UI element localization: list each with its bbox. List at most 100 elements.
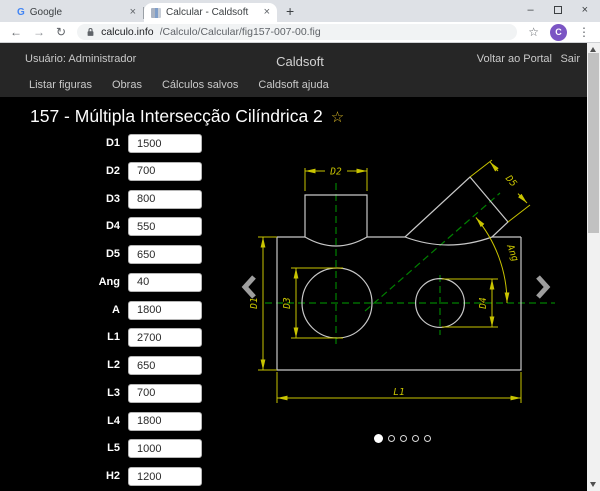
field-row-l5: L5 (0, 439, 212, 459)
tab-google[interactable]: G Google × (10, 3, 143, 22)
back-icon[interactable]: ← (10, 26, 22, 38)
field-input-l2[interactable] (128, 356, 202, 375)
favorite-star-icon[interactable]: ☆ (331, 109, 344, 126)
page-title: 157 - Múltipla Intersecção Cilíndrica 2 ☆ (30, 106, 345, 126)
field-label: H2 (105, 470, 120, 482)
bookmark-star-icon[interactable]: ☆ (528, 25, 539, 39)
profile-avatar[interactable]: C (550, 23, 567, 41)
figure-pagination (374, 434, 431, 443)
scrollbar-up-arrow[interactable] (590, 47, 596, 52)
lock-icon (87, 28, 94, 36)
tab-close-icon[interactable]: × (130, 7, 136, 18)
field-row-d1: D1 (0, 134, 212, 153)
field-label: Ang (98, 275, 120, 288)
centerline-branch-d5 (364, 192, 501, 312)
field-label: L3 (107, 386, 120, 399)
minimize-button[interactable]: – (527, 4, 533, 16)
web-page: Usuário: Administrador Caldsoft Voltar a… (0, 43, 600, 491)
field-input-d5[interactable] (128, 245, 202, 264)
scrollbar-thumb[interactable] (588, 53, 599, 233)
field-input-l4[interactable] (128, 411, 202, 431)
reload-icon[interactable]: ↻ (56, 26, 66, 38)
field-row-l2: L2 (0, 356, 212, 375)
field-label: D3 (105, 192, 120, 205)
tab-title: Calcular - Caldsoft (166, 7, 249, 18)
branch-d5-outline (404, 176, 509, 238)
url-host: calculo.info (101, 26, 154, 38)
tab-title: Google (29, 7, 63, 18)
dim-label-d4: D4 (478, 297, 489, 310)
field-input-d3[interactable] (128, 189, 202, 209)
field-label: A (112, 303, 120, 316)
field-row-d3: D3 (0, 189, 212, 209)
field-label: D5 (105, 248, 120, 260)
field-input-d2[interactable] (128, 161, 202, 181)
dim-label-ang: Ang (504, 242, 521, 263)
pagination-dot[interactable] (400, 435, 407, 442)
google-favicon: G (17, 7, 25, 18)
url-path: /Calculo/Calcular/fig157-007-00.fig (159, 26, 321, 38)
logout-link[interactable]: Sair (560, 53, 580, 65)
address-bar: ← → ↻ calculo.info/Calculo/Calcular/fig1… (0, 22, 600, 43)
nav-listar-figuras[interactable]: Listar figuras (29, 79, 92, 91)
user-label: Usuário: Administrador (25, 53, 137, 65)
forward-icon[interactable]: → (33, 26, 45, 38)
field-row-d2: D2 (0, 161, 212, 181)
portal-link[interactable]: Voltar ao Portal (477, 53, 552, 65)
field-label: D1 (105, 137, 120, 149)
dim-d5-line (517, 193, 528, 204)
menu-dots-icon[interactable]: ⋮ (578, 25, 590, 39)
browser-tab-strip: G Google × Calcular - Caldsoft × + – × (0, 0, 600, 22)
field-row-l3: L3 (0, 383, 212, 403)
dim-ang-arc (475, 217, 510, 304)
field-row-a: A (0, 300, 212, 320)
field-row-d4: D4 (0, 217, 212, 237)
pagination-dot[interactable] (388, 435, 395, 442)
field-input-d1[interactable] (128, 134, 202, 153)
field-input-h2[interactable] (128, 467, 202, 486)
brand-label: Caldsoft (276, 54, 324, 69)
tab-close-icon[interactable]: × (264, 7, 270, 18)
pagination-dot[interactable] (412, 435, 419, 442)
caldsoft-favicon (151, 7, 161, 18)
field-label: D4 (105, 220, 120, 233)
field-row-l1: L1 (0, 328, 212, 348)
field-input-l3[interactable] (128, 383, 202, 403)
maximize-button[interactable] (553, 6, 562, 14)
field-input-a[interactable] (128, 300, 202, 320)
url-input[interactable]: calculo.info/Calculo/Calcular/fig157-007… (77, 24, 518, 40)
field-row-h2: H2 (0, 467, 212, 486)
technical-drawing: D2 D1 D3 D4 D5 L1 Ang (249, 159, 555, 403)
pagination-dot[interactable] (424, 435, 431, 442)
close-button[interactable]: × (582, 4, 588, 16)
pagination-dot-active[interactable] (374, 434, 383, 443)
next-figure-arrow[interactable] (535, 274, 551, 300)
field-input-l5[interactable] (128, 439, 202, 459)
field-label: L4 (107, 414, 120, 427)
site-nav: Listar figuras Obras Cálculos salvos Cal… (29, 79, 329, 91)
dim-label-d3: D3 (282, 297, 293, 310)
new-tab-button[interactable]: + (286, 4, 294, 18)
field-row-ang: Ang (0, 272, 212, 292)
field-input-d4[interactable] (128, 217, 202, 237)
nav-obras[interactable]: Obras (112, 79, 142, 91)
dim-d5-line (489, 161, 499, 172)
field-label: L2 (107, 359, 120, 371)
scrollbar[interactable] (587, 43, 600, 491)
nav-caldsoft-ajuda[interactable]: Caldsoft ajuda (258, 79, 328, 91)
field-row-d5: D5 (0, 245, 212, 264)
field-input-ang[interactable] (128, 272, 202, 292)
field-input-l1[interactable] (128, 328, 202, 348)
dim-label-l1: L1 (393, 387, 404, 398)
field-row-l4: L4 (0, 411, 212, 431)
nav-calculos-salvos[interactable]: Cálculos salvos (162, 79, 238, 91)
field-label: L1 (107, 331, 120, 344)
field-label: D2 (105, 164, 120, 177)
dim-label-d5: D5 (502, 173, 519, 190)
tab-caldsoft-active[interactable]: Calcular - Caldsoft × (144, 3, 277, 22)
scrollbar-down-arrow[interactable] (590, 482, 596, 487)
prev-figure-arrow[interactable] (241, 274, 257, 300)
dim-label-d2: D2 (329, 167, 342, 178)
field-label: L5 (107, 442, 120, 455)
site-header: Usuário: Administrador Caldsoft Voltar a… (0, 43, 600, 97)
